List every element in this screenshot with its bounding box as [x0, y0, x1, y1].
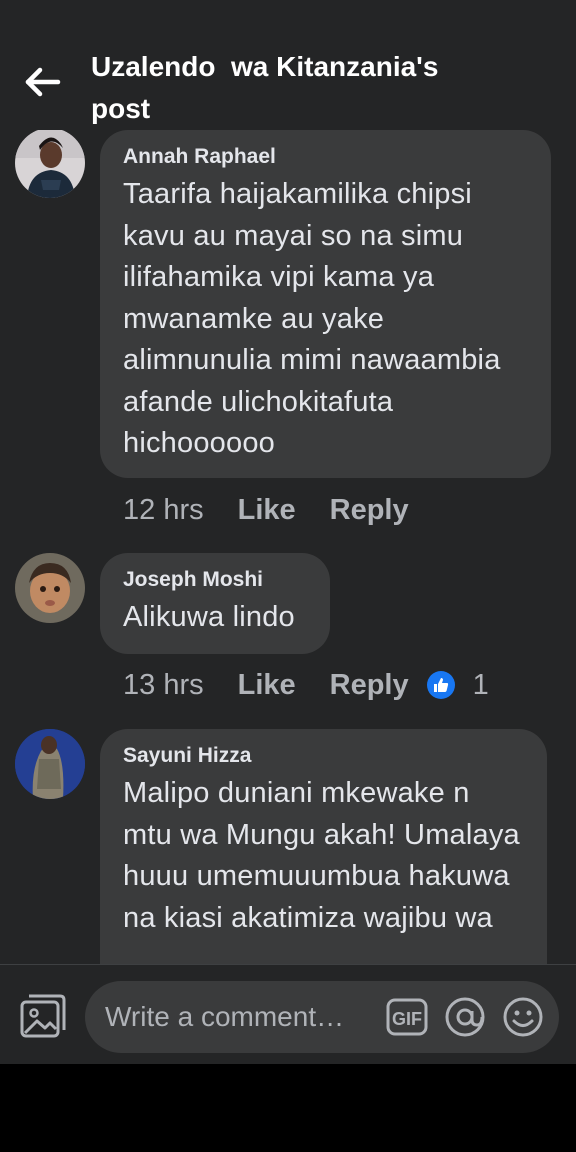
emoji-icon[interactable] [502, 996, 544, 1038]
comment-time[interactable]: 13 hrs [123, 667, 204, 703]
mention-icon[interactable] [444, 996, 486, 1038]
avatar[interactable] [15, 729, 85, 799]
like-button[interactable]: Like [238, 667, 296, 703]
comment-author[interactable]: Joseph Moshi [123, 567, 308, 593]
like-button[interactable]: Like [238, 492, 296, 528]
back-arrow-icon[interactable] [24, 64, 64, 100]
avatar[interactable] [15, 128, 85, 198]
comment-actions: 12 hrs Like Reply [123, 492, 409, 528]
reaction-count: 1 [472, 669, 489, 701]
comment-text: Taarifa haijakamilika chipsi kavu au may… [123, 178, 501, 459]
comment-composer: Write a comment… GIF [0, 964, 576, 1065]
svg-text:GIF: GIF [392, 1009, 422, 1029]
comment-author[interactable]: Sayuni Hizza [123, 743, 525, 769]
reaction-summary[interactable]: 1 [426, 667, 489, 703]
comment-text: Alikuwa lindo [123, 601, 295, 633]
comment-input[interactable]: Write a comment… GIF [85, 981, 559, 1053]
comment-bubble[interactable]: Sayuni Hizza Malipo duniani mkewake n mt… [100, 729, 547, 964]
reply-button[interactable]: Reply [330, 492, 409, 528]
page-title: Uzalendo wa Kitanzania's post [91, 51, 439, 124]
avatar[interactable] [15, 553, 85, 623]
top-bar: Uzalendo wa Kitanzania's post [0, 0, 576, 130]
comment-bubble[interactable]: Joseph Moshi Alikuwa lindo [100, 553, 330, 654]
system-navigation-bar [0, 1064, 576, 1152]
comment-bubble[interactable]: Annah Raphael Taarifa haijakamilika chip… [100, 130, 551, 478]
comment-text: Malipo duniani mkewake n mtu wa Mungu ak… [123, 777, 520, 934]
photo-gallery-icon[interactable] [19, 993, 67, 1041]
comment-actions: 13 hrs Like Reply 1 [123, 667, 489, 703]
thumbs-up-icon [426, 671, 455, 699]
gif-icon[interactable]: GIF [386, 998, 428, 1036]
reply-button[interactable]: Reply [330, 667, 409, 703]
comment-author[interactable]: Annah Raphael [123, 144, 529, 170]
comments-list: Annah Raphael Taarifa haijakamilika chip… [0, 0, 576, 964]
comment-placeholder[interactable]: Write a comment… [105, 999, 344, 1035]
comment-time[interactable]: 12 hrs [123, 492, 204, 528]
